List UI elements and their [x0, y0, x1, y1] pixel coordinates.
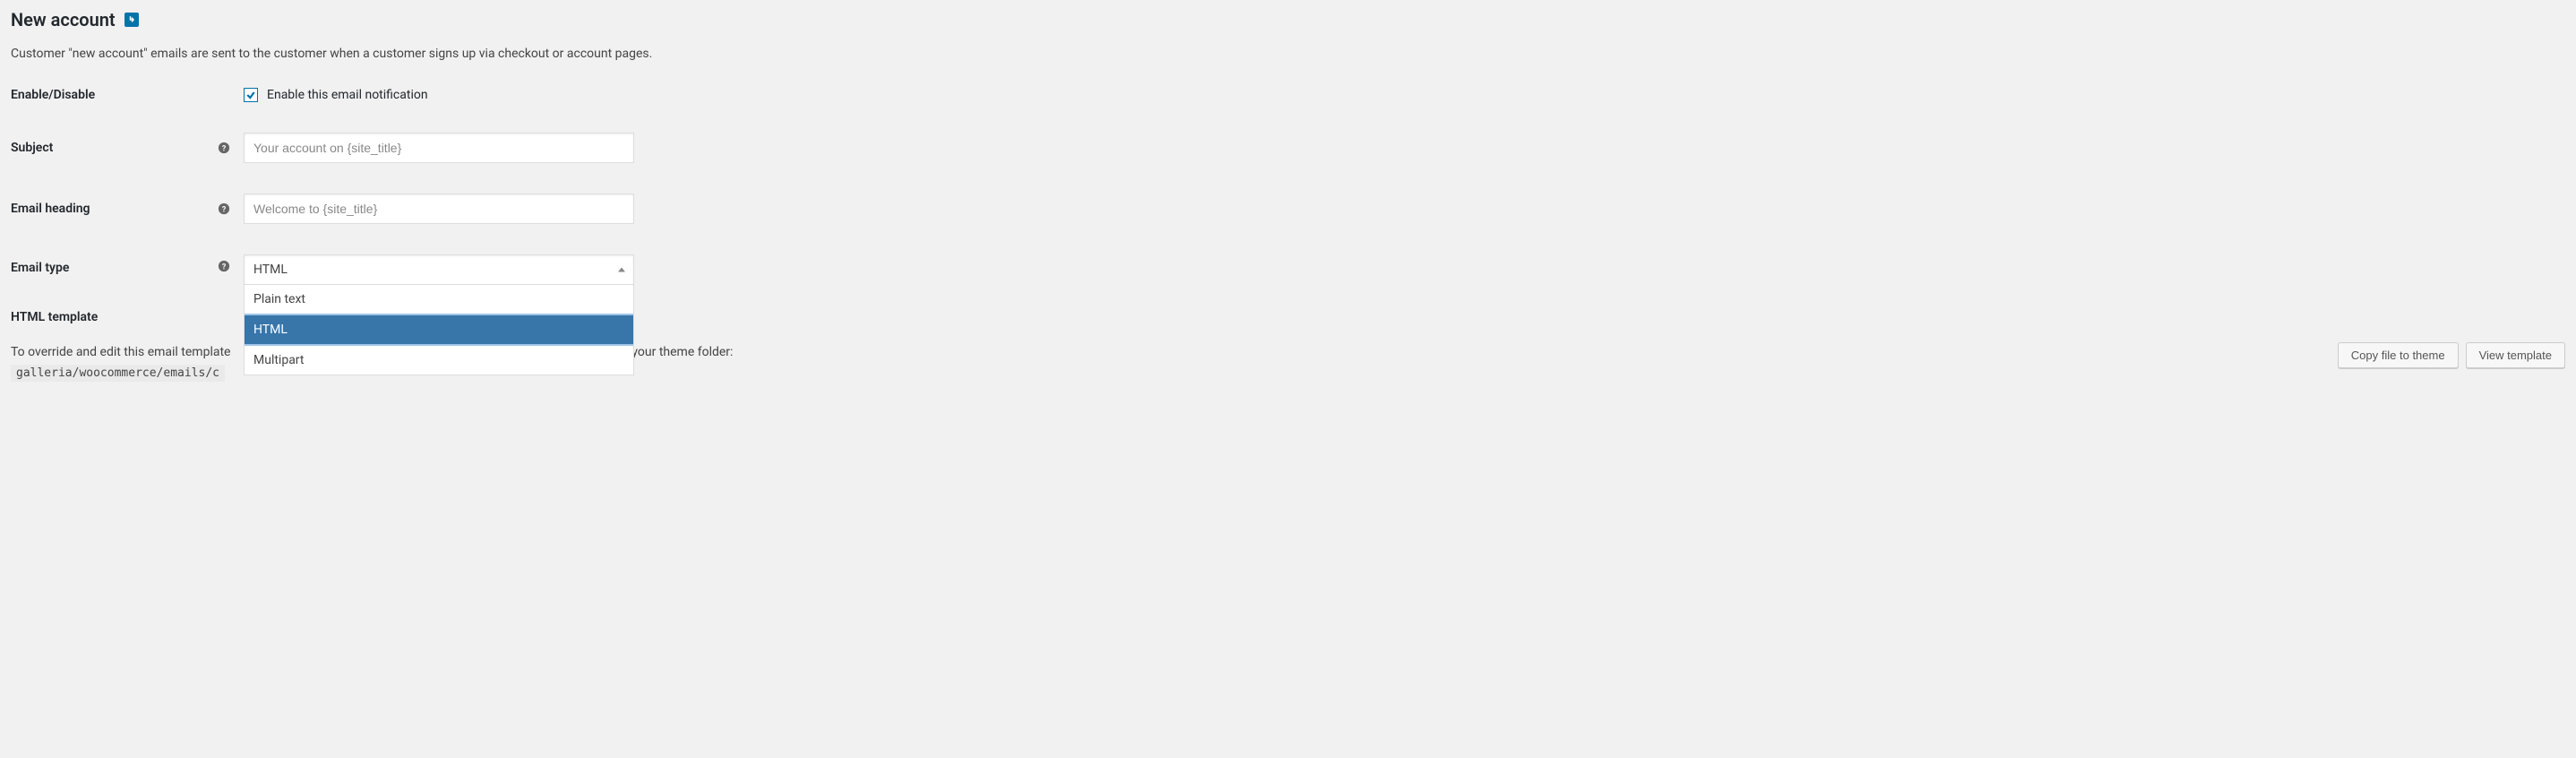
row-subject: Subject ?	[11, 133, 2565, 163]
help-icon[interactable]: ?	[217, 254, 231, 269]
svg-text:?: ?	[222, 145, 227, 154]
check-icon	[245, 90, 256, 100]
page-title-text: New account	[11, 9, 116, 30]
template-text-after: to your theme folder:	[618, 345, 734, 359]
row-enable: Enable/Disable Enable this email notific…	[11, 88, 2565, 102]
template-buttons: Copy file to theme View template	[2338, 342, 2565, 368]
view-template-button[interactable]: View template	[2466, 342, 2565, 368]
checkbox-label: Enable this email notification	[267, 88, 428, 102]
help-icon[interactable]: ?	[217, 202, 231, 216]
enable-checkbox[interactable]	[244, 88, 258, 102]
svg-text:?: ?	[222, 206, 227, 215]
help-icon[interactable]: ?	[217, 141, 231, 155]
page-description: Customer "new account" emails are sent t…	[11, 47, 2565, 61]
select-display[interactable]: HTML	[244, 254, 634, 285]
label-email-type: Email type	[11, 254, 217, 275]
dropdown-option-html[interactable]: HTML	[245, 314, 633, 346]
label-subject: Subject	[11, 141, 217, 155]
label-enable: Enable/Disable	[11, 88, 217, 102]
email-type-select[interactable]: HTML Plain text HTML Multipart	[244, 254, 634, 285]
template-text-before: To override and edit this email template	[11, 345, 230, 359]
dropdown-option-multipart[interactable]: Multipart	[245, 346, 633, 375]
row-email-type: Email type ? HTML Plain text HTML Multip…	[11, 254, 2565, 285]
back-icon[interactable]	[125, 13, 139, 27]
chevron-up-icon	[618, 268, 625, 272]
select-value: HTML	[253, 263, 288, 277]
row-heading: Email heading ?	[11, 194, 2565, 224]
template-code-path: galleria/woocommerce/emails/c	[11, 365, 225, 382]
subject-input[interactable]	[244, 133, 634, 163]
dropdown-option-plain[interactable]: Plain text	[245, 285, 633, 314]
label-heading: Email heading	[11, 202, 217, 216]
dropdown: Plain text HTML Multipart	[244, 284, 634, 375]
heading-input[interactable]	[244, 194, 634, 224]
page-title: New account	[11, 9, 2565, 30]
svg-text:?: ?	[222, 263, 227, 271]
checkbox-wrap: Enable this email notification	[244, 88, 428, 102]
copy-to-theme-button[interactable]: Copy file to theme	[2338, 342, 2459, 368]
